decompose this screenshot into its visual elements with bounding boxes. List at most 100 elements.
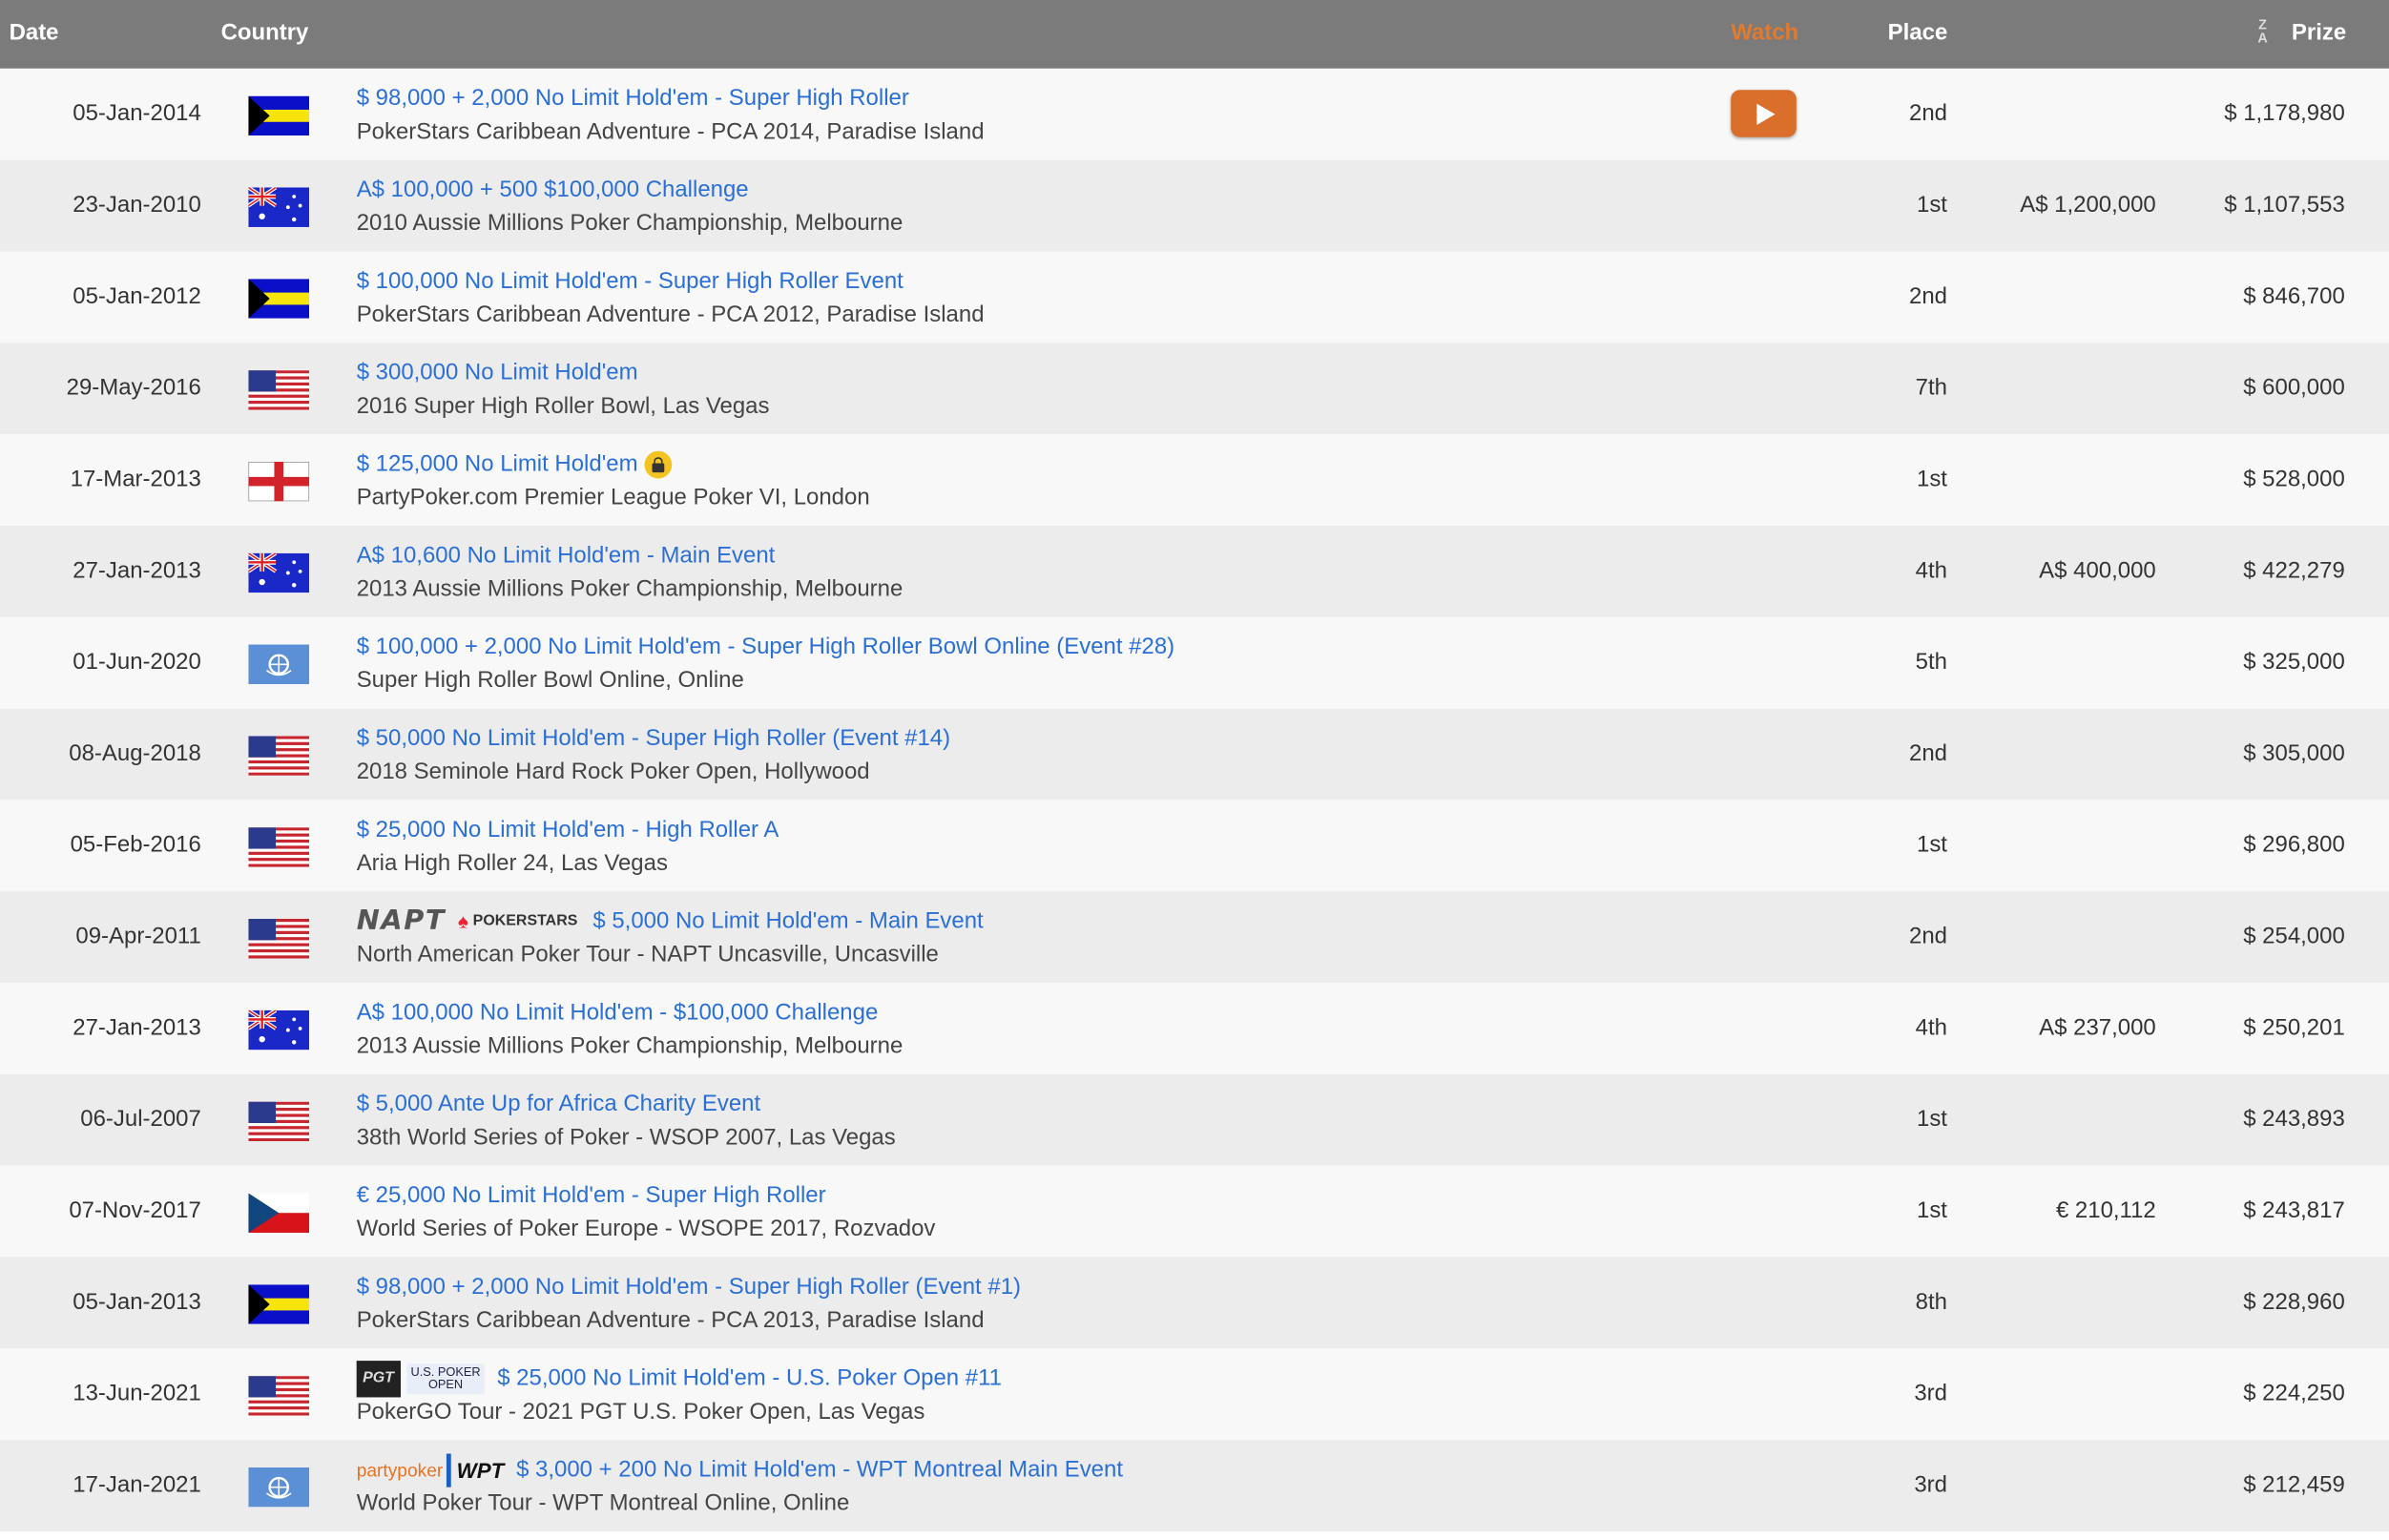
us-poker-open-logo: U.S. POKER OPEN [405, 1363, 486, 1395]
country-flag-icon [248, 279, 310, 319]
series-name: 38th World Series of Poker - WSOP 2007, … [356, 1124, 896, 1151]
finish-place: 4th [1915, 557, 1947, 584]
event-link[interactable]: A$ 100,000 + 500 $100,000 Challenge [357, 174, 749, 207]
local-prize: A$ 1,200,000 [2020, 192, 2156, 219]
country-column-header[interactable]: Country [221, 20, 309, 46]
table-row: 13-Jun-2021 PGT U.S. POKER OPEN $ 25,000 No … [0, 1348, 2389, 1441]
prize-amount: $ 846,700 [2243, 283, 2345, 310]
table-row: 27-Jan-2013 A$ 100,000 No Limit Hold'em -… [0, 983, 2389, 1074]
country-flag-icon [248, 1009, 310, 1051]
watch-video-button[interactable] [1731, 90, 1797, 137]
prize-amount: $ 224,250 [2243, 1380, 2345, 1407]
table-row: 05-Jan-2013 $ 98,000 + 2,000 No Limit Hol… [0, 1257, 2389, 1349]
country-flag-icon [248, 918, 310, 959]
event-link[interactable]: $ 300,000 No Limit Hold'em [357, 357, 638, 390]
event-cell: $ 100,000 No Limit Hold'em - Super High … [357, 265, 985, 332]
finish-place: 1st [1917, 192, 1947, 219]
event-cell: $ 25,000 No Limit Hold'em - High Roller … [357, 814, 779, 881]
series-name: 2013 Aussie Millions Poker Championship,… [356, 1032, 904, 1059]
prize-amount: $ 254,000 [2243, 923, 2345, 949]
event-cell: NAPT POKERSTARS $ 5,000 No Limit Hold'em -… [357, 905, 984, 972]
event-link[interactable]: $ 100,000 + 2,000 No Limit Hold'em - Sup… [357, 631, 1174, 664]
series-name: Super High Roller Bowl Online, Online [356, 667, 744, 694]
result-date: 17-Mar-2013 [70, 466, 201, 492]
table-row: 23-Jan-2010 A$ 100,000 + 500 $100,000 Cha… [0, 159, 2389, 252]
event-link[interactable]: $ 5,000 Ante Up for Africa Charity Event [357, 1088, 760, 1121]
series-name: PokerGO Tour - 2021 PGT U.S. Poker Open,… [356, 1399, 925, 1426]
watch-column-header[interactable]: Watch [1731, 20, 1798, 46]
event-link[interactable]: $ 25,000 No Limit Hold'em - U.S. Poker O… [497, 1363, 1002, 1396]
series-name: 2013 Aussie Millions Poker Championship,… [356, 575, 904, 602]
prize-amount: $ 243,893 [2243, 1106, 2345, 1133]
event-cell: $ 5,000 Ante Up for Africa Charity Event… [357, 1088, 896, 1155]
table-row: 05-Jan-2014 $ 98,000 + 2,000 No Limit Hol… [0, 68, 2389, 160]
finish-place: 2nd [1908, 923, 1947, 949]
country-flag-icon [248, 827, 310, 867]
prize-amount: $ 243,817 [2243, 1197, 2345, 1224]
event-link[interactable]: A$ 100,000 No Limit Hold'em - $100,000 C… [357, 996, 879, 1030]
finish-place: 3rd [1914, 1380, 1947, 1407]
prize-amount: $ 212,459 [2243, 1471, 2345, 1498]
sort-descending-icon[interactable]: ZA [2252, 17, 2273, 46]
result-date: 05-Feb-2016 [70, 831, 201, 859]
prize-column-header[interactable]: Prize [2292, 20, 2346, 46]
country-flag-icon [248, 1376, 310, 1416]
event-link[interactable]: $ 98,000 + 2,000 No Limit Hold'em - Supe… [357, 1271, 1021, 1304]
event-cell: € 25,000 No Limit Hold'em - Super High R… [357, 1179, 936, 1246]
result-date: 09-Apr-2011 [75, 923, 201, 949]
finish-place: 8th [1915, 1289, 1947, 1316]
country-flag-icon [248, 552, 310, 593]
finish-place: 1st [1917, 1197, 1947, 1224]
result-date: 29-May-2016 [66, 374, 201, 402]
prize-amount: $ 1,178,980 [2224, 100, 2345, 127]
pokerstars-logo: POKERSTARS [458, 905, 578, 939]
prize-amount: $ 250,201 [2243, 1014, 2345, 1041]
date-column-header[interactable]: Date [10, 20, 59, 46]
prize-amount: $ 600,000 [2243, 374, 2345, 402]
finish-place: 2nd [1908, 100, 1947, 127]
event-link[interactable]: $ 3,000 + 200 No Limit Hold'em - WPT Mon… [516, 1454, 1123, 1488]
country-flag-icon [248, 1101, 310, 1142]
result-date: 27-Jan-2013 [73, 1014, 201, 1041]
event-link[interactable]: A$ 10,600 No Limit Hold'em - Main Event [357, 539, 776, 572]
prize-amount: $ 296,800 [2243, 831, 2345, 859]
result-date: 06-Jul-2007 [80, 1106, 201, 1133]
series-name: World Poker Tour - WPT Montreal Online, … [356, 1489, 850, 1517]
result-date: 08-Aug-2018 [69, 740, 201, 767]
prize-amount: $ 305,000 [2243, 740, 2345, 767]
event-link[interactable]: € 25,000 No Limit Hold'em - Super High R… [357, 1179, 826, 1213]
event-cell: $ 300,000 No Limit Hold'em 2016 Super Hig… [357, 357, 770, 424]
series-name: 2016 Super High Roller Bowl, Las Vegas [356, 393, 770, 420]
event-cell: A$ 10,600 No Limit Hold'em - Main Event 2… [357, 539, 904, 606]
event-link[interactable]: $ 5,000 No Limit Hold'em - Main Event [592, 905, 983, 939]
table-row: 05-Feb-2016 $ 25,000 No Limit Hold'em - H… [0, 800, 2389, 892]
series-name: PartyPoker.com Premier League Poker VI, … [356, 484, 870, 510]
country-flag-icon [248, 95, 310, 136]
table-row: 01-Jun-2020 $ 100,000 + 2,000 No Limit Ho… [0, 616, 2389, 709]
event-link[interactable]: $ 98,000 + 2,000 No Limit Hold'em - Supe… [357, 82, 909, 115]
event-cell: $ 98,000 + 2,000 No Limit Hold'em - Supe… [357, 1271, 1021, 1338]
series-name: PokerStars Caribbean Adventure - PCA 201… [356, 302, 985, 328]
event-link[interactable]: $ 25,000 No Limit Hold'em - High Roller … [357, 814, 779, 847]
event-cell: A$ 100,000 + 500 $100,000 Challenge 2010 … [357, 174, 904, 240]
local-prize: A$ 400,000 [2039, 557, 2156, 584]
event-cell: $ 50,000 No Limit Hold'em - Super High R… [357, 722, 950, 789]
result-date: 05-Jan-2013 [73, 1289, 201, 1316]
event-link[interactable]: $ 50,000 No Limit Hold'em - Super High R… [357, 722, 950, 756]
finish-place: 1st [1917, 1106, 1947, 1133]
result-date: 27-Jan-2013 [73, 557, 201, 584]
pgt-logo: PGT [356, 1361, 401, 1398]
result-date: 17-Jan-2021 [73, 1471, 201, 1498]
event-link[interactable]: $ 100,000 No Limit Hold'em - Super High … [357, 265, 904, 299]
event-cell: PGT U.S. POKER OPEN $ 25,000 No Limit Hold'… [356, 1361, 1002, 1429]
event-link[interactable]: $ 125,000 No Limit Hold'em [357, 448, 638, 482]
lock-icon [643, 450, 672, 479]
result-date: 23-Jan-2010 [73, 192, 201, 219]
country-flag-icon [248, 1193, 310, 1233]
finish-place: 1st [1917, 831, 1947, 859]
event-cell: $ 100,000 + 2,000 No Limit Hold'em - Sup… [357, 631, 1174, 697]
table-row: 29-May-2016 $ 300,000 No Limit Hold'em 201… [0, 343, 2389, 435]
place-column-header[interactable]: Place [1888, 20, 1948, 46]
country-flag-icon [248, 1284, 310, 1324]
prize-amount: $ 325,000 [2243, 649, 2345, 676]
